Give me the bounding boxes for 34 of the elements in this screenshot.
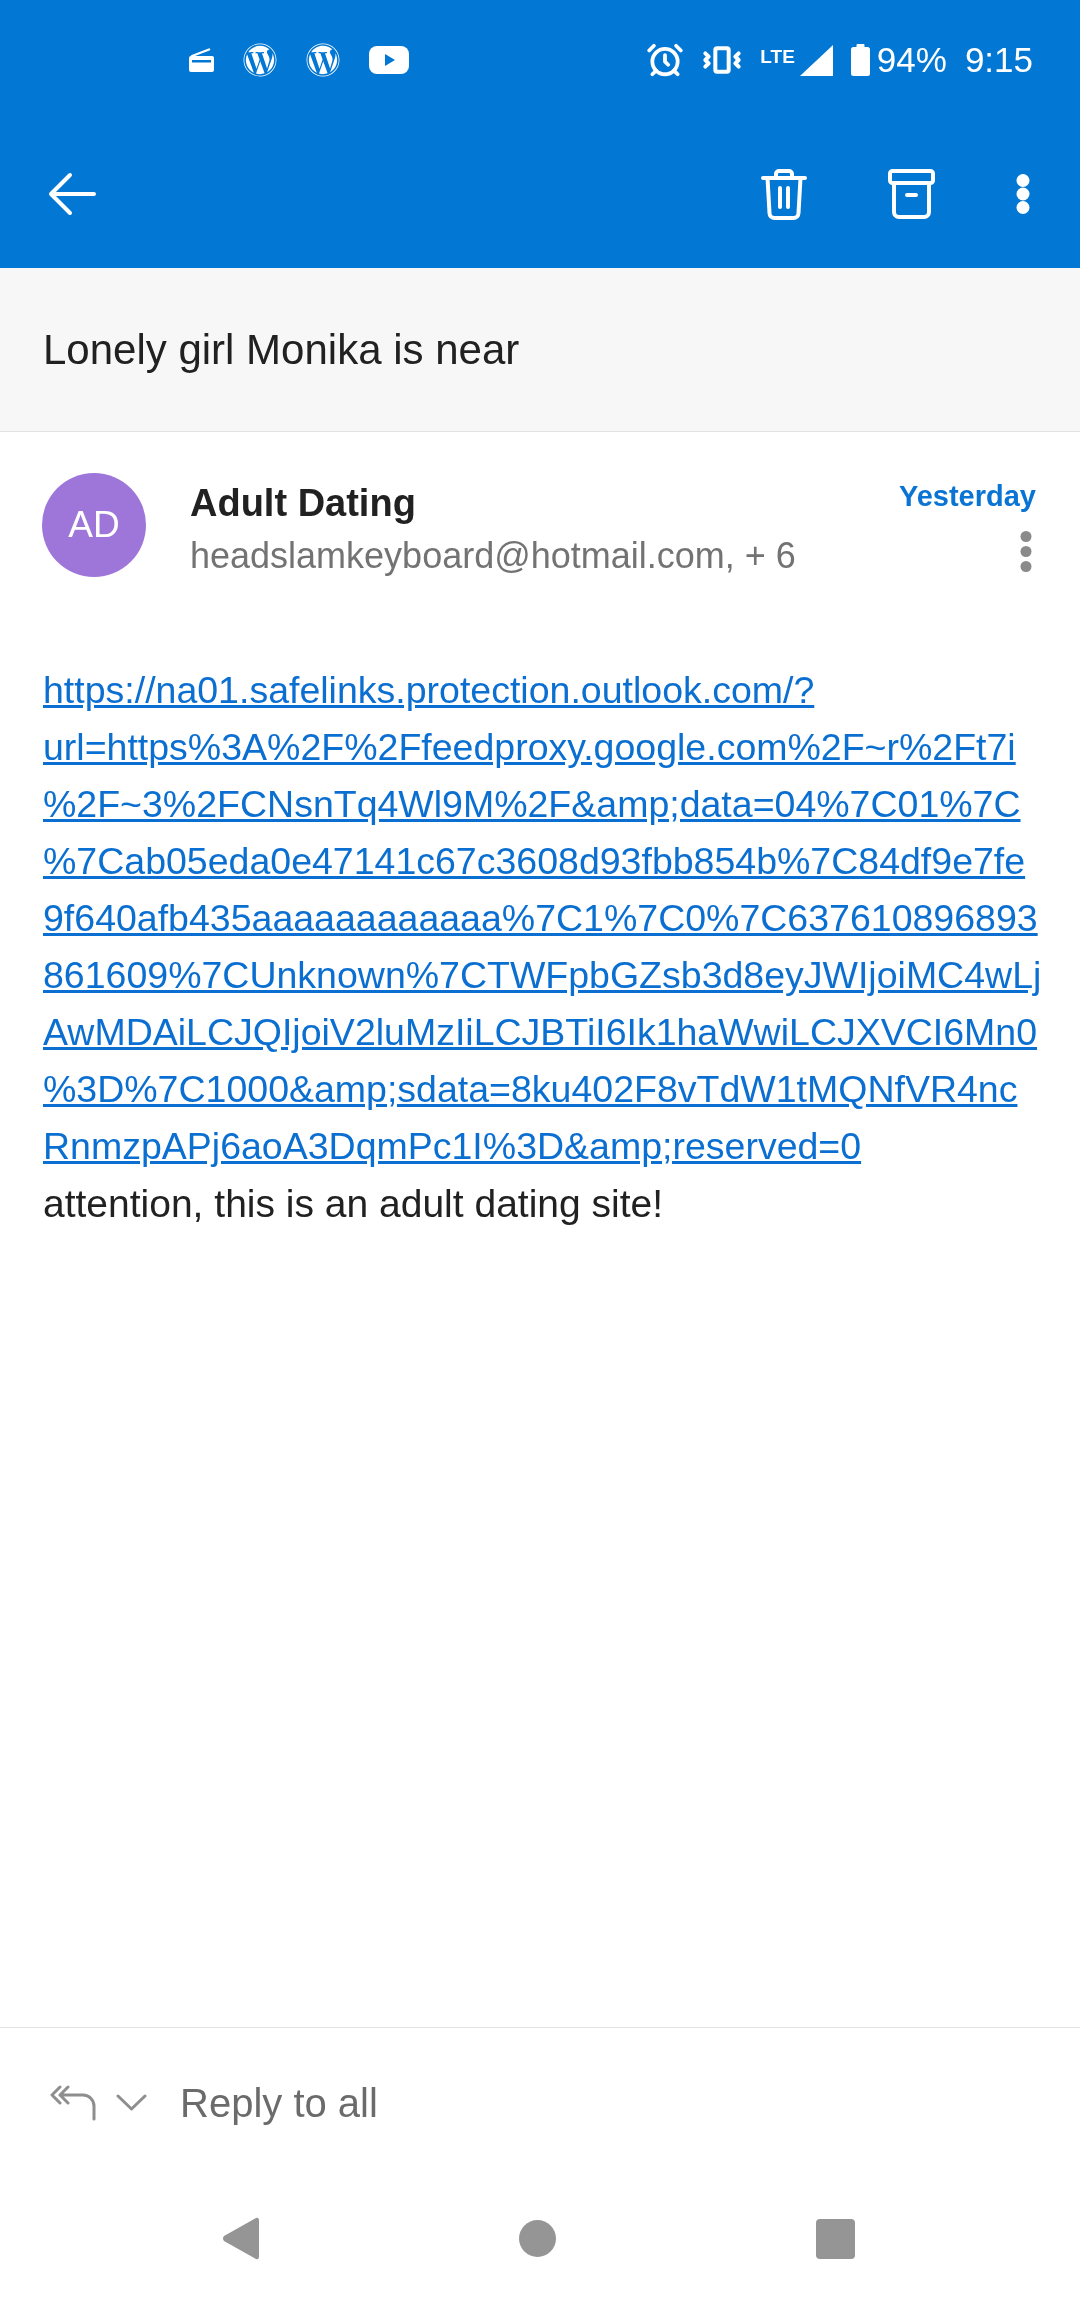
message-options-button[interactable]: [1020, 531, 1032, 572]
message-text: attention, this is an adult dating site!: [43, 1181, 665, 1227]
message-link[interactable]: https://na01.safelinks.protection.outlook.com/?url=https%3A%2F%2Ffeedproxy.google.com%2F~r%2Ft7i%2F~3%2FCNsnTq4Wl9M%2F&amp;data=04%7C01%7C%7Cab05eda0e47141c67c3608d93fbb854b%7C84df9e7fe9f640afb435aaaaaaaaaaaa%7C1%7C0%7C637610896893861609%7CUnknown%7CTWFpbGZsb3d8eyJWIjoiMC4wLjAwMDAiLCJQIjoiV2luMzIiLCJBTiI6Ik1haWwiLCJXVCI6Mn0%3D%7C1000&amp;sdata=8ku402F8vTdW1tMQNfVR4ncRnmzpAPj6aoA3DqmPc1I%3D&amp;reserved=0: [43, 662, 1044, 1175]
network-type-text: LTE: [760, 46, 795, 67]
w-logo-icon: [243, 43, 277, 77]
date-text: Yesterday: [898, 479, 1036, 514]
sender-avatar: AD: [42, 473, 146, 577]
delete-button[interactable]: [761, 168, 807, 220]
radio-icon: [189, 48, 214, 72]
recipients-text: headslamkeyboard@hotmail.com, + 6: [190, 534, 796, 578]
battery-icon: [850, 44, 870, 76]
nav-back-icon[interactable]: [222, 2217, 259, 2260]
back-arrow-icon: [48, 172, 96, 216]
reply-mode-button[interactable]: [50, 2084, 147, 2121]
trash-icon: [761, 168, 807, 220]
sender-name: Adult Dating: [190, 481, 417, 526]
more-options-icon: [1020, 531, 1032, 572]
archive-button[interactable]: [888, 169, 935, 219]
more-options-button[interactable]: [1016, 174, 1030, 214]
battery-percent-text: 94%: [876, 40, 947, 80]
subject-title: Lonely girl Monika is near: [43, 325, 520, 374]
play-logo-icon: [369, 46, 409, 74]
nav-recents-icon[interactable]: [816, 2218, 855, 2259]
signal-icon: [799, 44, 833, 76]
w-logo-icon: [306, 43, 340, 77]
clock-text: 9:15: [964, 40, 1033, 80]
nav-home-icon[interactable]: [519, 2220, 556, 2257]
chevron-down-icon: [116, 2094, 147, 2111]
alarm-clock-icon: [646, 41, 685, 79]
back-button[interactable]: [48, 172, 96, 216]
reply-all-icon: [50, 2084, 96, 2121]
reply-all-button[interactable]: Reply to all: [180, 2078, 378, 2127]
archive-box-icon: [888, 169, 935, 219]
more-options-icon: [1016, 174, 1030, 214]
